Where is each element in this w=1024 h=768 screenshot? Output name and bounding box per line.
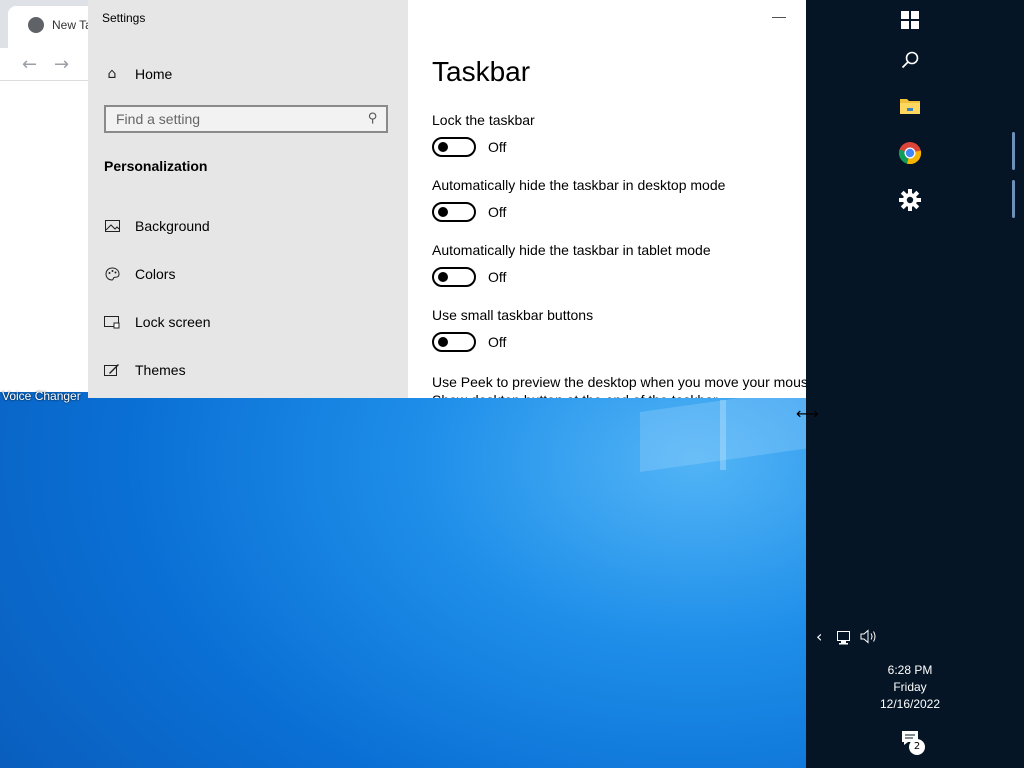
toggle-state: Off [488, 139, 507, 155]
themes-icon [104, 362, 120, 378]
small-buttons-toggle[interactable]: Off [432, 332, 593, 352]
toggle-state: Off [488, 334, 507, 350]
search-icon: ⚲ [368, 111, 378, 126]
search-input[interactable] [106, 107, 376, 131]
settings-gear-icon[interactable] [899, 189, 921, 215]
taskbar-clock[interactable]: 6:28 PM Friday 12/16/2022 [870, 662, 950, 713]
search-icon[interactable] [901, 51, 919, 73]
setting-label: Automatically hide the taskbar in deskto… [432, 177, 726, 193]
clock-date: 12/16/2022 [879, 697, 941, 711]
scroll-indicator [1012, 132, 1015, 170]
chrome-icon[interactable] [898, 141, 922, 169]
windows-start-icon[interactable] [901, 11, 919, 33]
network-icon[interactable] [837, 630, 854, 649]
picture-icon [104, 218, 120, 234]
toggle-state: Off [488, 204, 507, 220]
nav-colors[interactable]: Colors [104, 260, 394, 288]
toggle-state: Off [488, 269, 507, 285]
toggle-knob [438, 272, 448, 282]
setting-autohide-tablet: Automatically hide the taskbar in tablet… [432, 242, 711, 287]
setting-label: Lock the taskbar [432, 112, 535, 128]
home-icon: ⌂ [107, 66, 117, 82]
peek-setting-label: Use Peek to preview the desktop when you… [432, 374, 806, 398]
clock-time: 6:28 PM [887, 663, 933, 677]
nav-colors-label: Colors [135, 266, 176, 282]
window-title: Settings [102, 11, 146, 25]
nav-themes-label: Themes [135, 362, 186, 378]
setting-label: Automatically hide the taskbar in tablet… [432, 242, 711, 258]
nav-home-label: Home [135, 66, 173, 82]
toggle-switch[interactable] [432, 202, 476, 222]
desktop-icon-label[interactable]: Voice Changer [2, 389, 81, 403]
forward-arrow-icon[interactable]: → [54, 54, 69, 75]
toggle-switch[interactable] [432, 267, 476, 287]
taskbar [806, 0, 1024, 768]
toggle-switch[interactable] [432, 137, 476, 157]
chrome-favicon-icon [28, 17, 44, 33]
show-hidden-icons-chevron[interactable]: ‹ [816, 627, 822, 646]
palette-icon [104, 266, 120, 282]
scroll-indicator [1012, 180, 1015, 218]
minimize-button[interactable]: — [772, 8, 786, 24]
search-box[interactable]: ⚲ [104, 105, 388, 133]
nav-background-label: Background [135, 218, 210, 234]
settings-sidebar: Settings ⌂ Home ⚲ Personalization Backgr… [88, 0, 408, 398]
toggle-knob [438, 207, 448, 217]
setting-label: Use small taskbar buttons [432, 307, 594, 323]
resize-cursor-icon: ⟷ [796, 404, 819, 423]
section-heading: Personalization [104, 158, 208, 174]
autohide-desktop-toggle[interactable]: Off [432, 202, 725, 222]
setting-lock-taskbar: Lock the taskbar Off [432, 112, 535, 157]
setting-small-buttons: Use small taskbar buttons Off [432, 307, 593, 352]
autohide-tablet-toggle[interactable]: Off [432, 267, 711, 287]
settings-window: Settings ⌂ Home ⚲ Personalization Backgr… [88, 0, 806, 398]
lock-taskbar-toggle[interactable]: Off [432, 137, 535, 157]
nav-themes[interactable]: Themes [104, 356, 394, 384]
file-explorer-icon[interactable] [899, 96, 921, 120]
toggle-switch[interactable] [432, 332, 476, 352]
lock-screen-icon [104, 314, 120, 330]
volume-icon[interactable] [860, 629, 878, 648]
nav-lock-screen[interactable]: Lock screen [104, 308, 394, 336]
toggle-knob [438, 337, 448, 347]
back-arrow-icon[interactable]: ← [22, 54, 37, 75]
clock-day: Friday [893, 680, 927, 694]
browser-tab-title: New Ta [52, 18, 92, 32]
notification-count-badge: 2 [909, 739, 925, 755]
nav-lock-screen-label: Lock screen [135, 314, 211, 330]
page-title: Taskbar [432, 56, 531, 87]
nav-home[interactable]: ⌂ Home [104, 60, 394, 88]
setting-autohide-desktop: Automatically hide the taskbar in deskto… [432, 177, 725, 222]
nav-background[interactable]: Background [104, 212, 394, 240]
toggle-knob [438, 142, 448, 152]
